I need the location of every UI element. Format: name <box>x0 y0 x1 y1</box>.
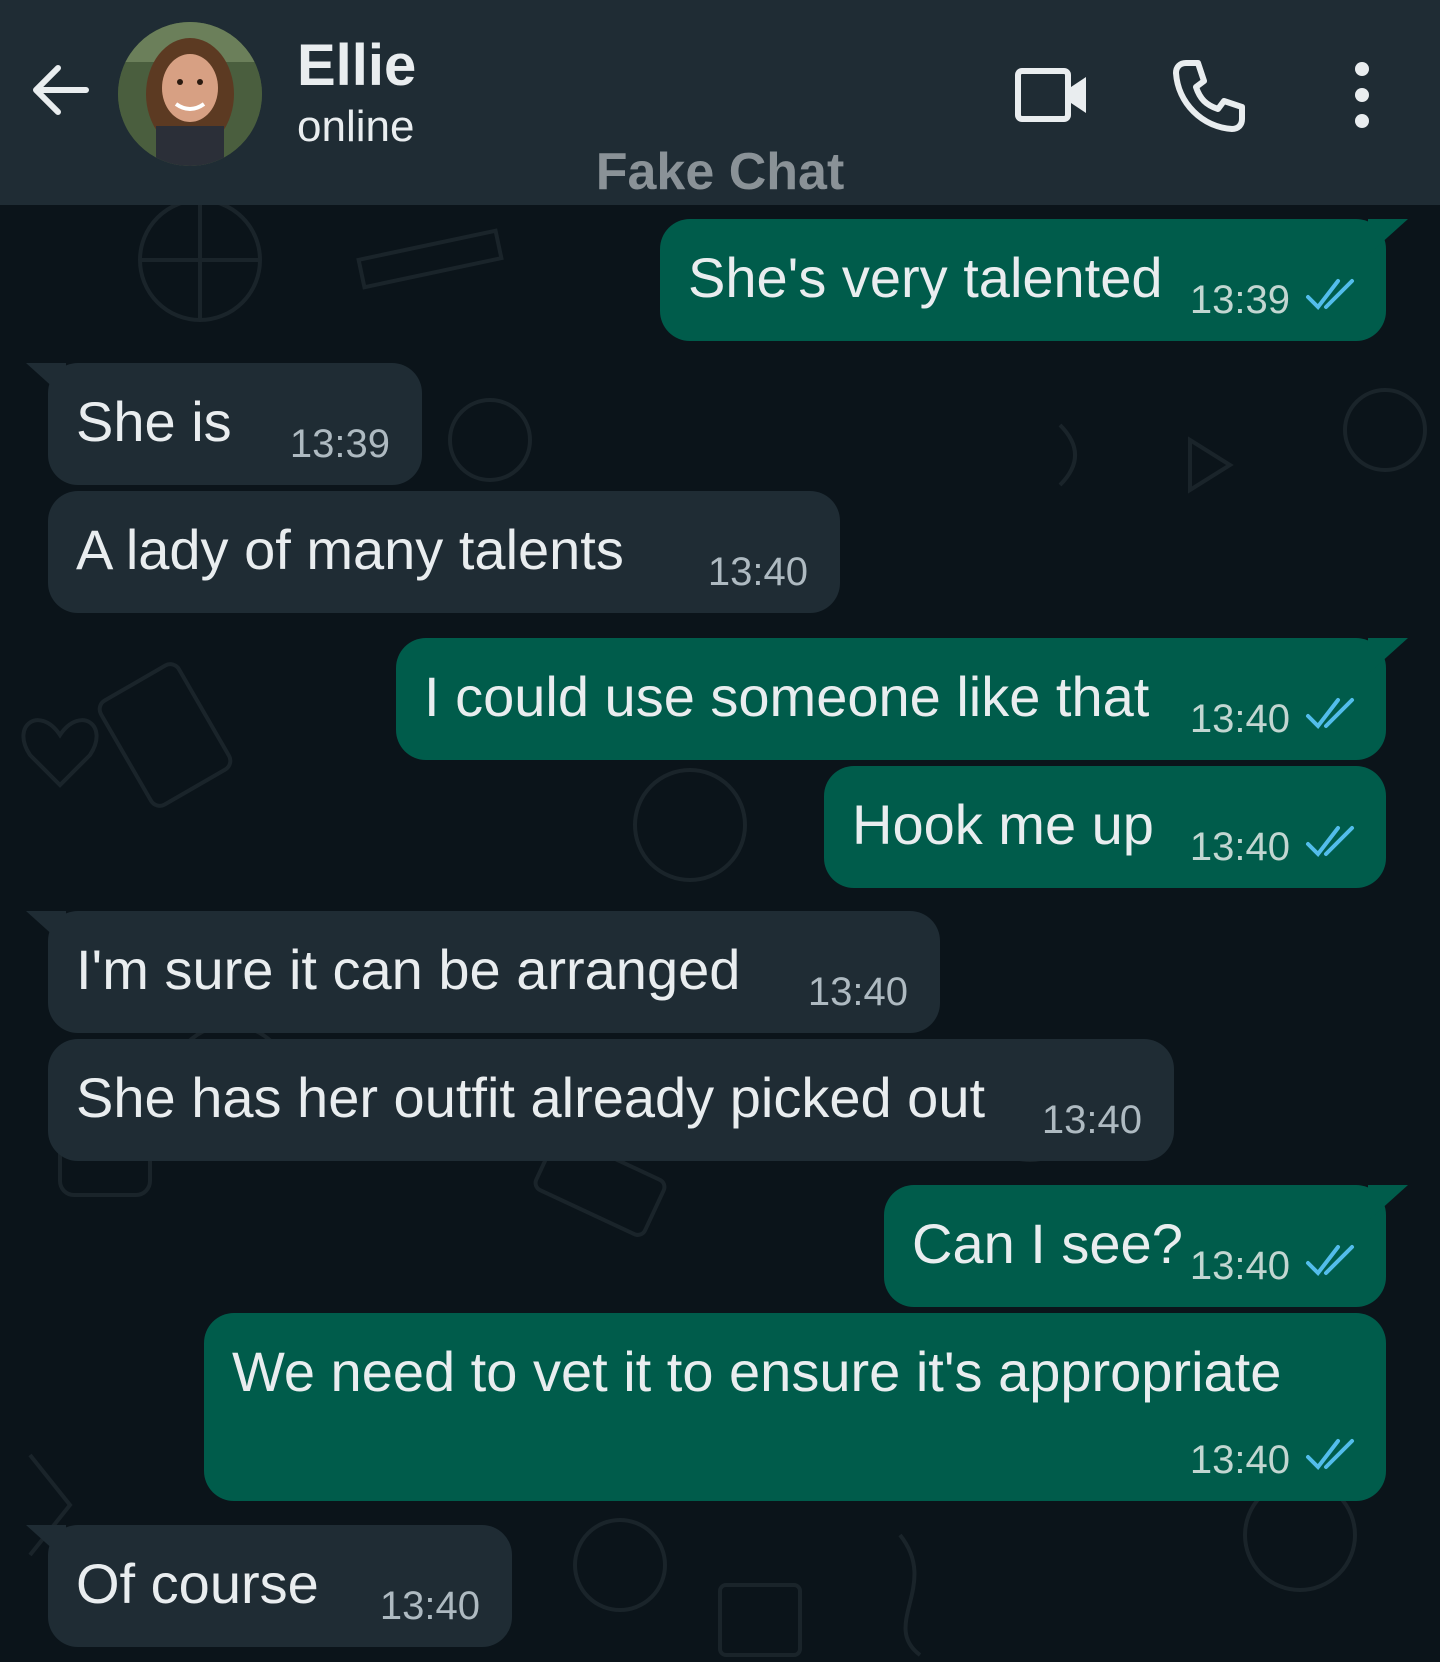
bubble-tail <box>26 1525 66 1561</box>
bubble-tail <box>26 363 66 399</box>
more-vertical-icon[interactable] <box>1322 55 1402 135</box>
read-receipt-icon <box>1306 1245 1354 1277</box>
message-text: We need to vet it to ensure it's appropr… <box>232 1340 1282 1403</box>
message-time: 13:39 <box>1189 278 1290 322</box>
message-bubble-in[interactable]: Of course 13:40 <box>26 1525 512 1647</box>
bubble-tail <box>26 911 66 947</box>
message-bubble-out[interactable]: Hook me up 13:40 <box>824 766 1386 888</box>
back-arrow-icon[interactable] <box>28 58 92 122</box>
chat-area[interactable]: She's very talented 13:39 She is 13:39 A lad… <box>0 205 1440 1662</box>
message-bubble-in[interactable]: I'm sure it can be arranged 13:40 <box>26 911 940 1033</box>
message-bubble-out[interactable]: I could use someone like that 13:40 <box>396 638 1408 760</box>
message-time: 13:39 <box>289 422 390 466</box>
message-time: 13:40 <box>1189 1438 1290 1482</box>
contact-name[interactable]: Ellie <box>297 32 416 99</box>
message-bubble-in[interactable]: She has her outfit already picked out 13:… <box>48 1039 1174 1161</box>
message-time: 13:40 <box>1189 1244 1290 1288</box>
message-bubble-in[interactable]: She is 13:39 <box>26 363 422 485</box>
message-text: I could use someone like that <box>424 665 1150 728</box>
message-bubble-out[interactable]: She's very talented 13:39 <box>660 219 1408 341</box>
video-camera-icon[interactable] <box>1012 55 1092 135</box>
message-bubble-out[interactable]: We need to vet it to ensure it's appropr… <box>204 1313 1386 1501</box>
message-text: Can I see? <box>912 1212 1183 1275</box>
message-time: 13:40 <box>1189 825 1290 869</box>
message-text: She is <box>76 390 232 453</box>
message-text: A lady of many talents <box>76 518 624 581</box>
message-text: I'm sure it can be arranged <box>76 938 741 1001</box>
message-time: 13:40 <box>1041 1098 1142 1142</box>
message-time: 13:40 <box>707 550 808 594</box>
phone-icon[interactable] <box>1168 55 1248 135</box>
message-bubble-out[interactable]: Can I see? 13:40 <box>884 1185 1408 1307</box>
read-receipt-icon <box>1306 279 1354 311</box>
bubble-tail <box>1368 638 1408 674</box>
message-time: 13:40 <box>1189 697 1290 741</box>
message-bubble-in[interactable]: A lady of many talents 13:40 <box>48 491 840 613</box>
message-text: She's very talented <box>688 246 1163 309</box>
read-receipt-icon <box>1306 826 1354 858</box>
read-receipt-icon <box>1306 698 1354 730</box>
read-receipt-icon <box>1306 1439 1354 1471</box>
message-time: 13:40 <box>807 970 908 1014</box>
chat-header: Ellie online Fake Chat <box>0 0 1440 205</box>
message-text: Hook me up <box>852 793 1154 856</box>
message-text: Of course <box>76 1552 319 1615</box>
message-time: 13:40 <box>379 1584 480 1628</box>
watermark-text: Fake Chat <box>595 143 845 201</box>
bubble-tail <box>1368 219 1408 255</box>
message-text: She has her outfit already picked out <box>76 1066 986 1129</box>
bubble-tail <box>1368 1185 1408 1221</box>
